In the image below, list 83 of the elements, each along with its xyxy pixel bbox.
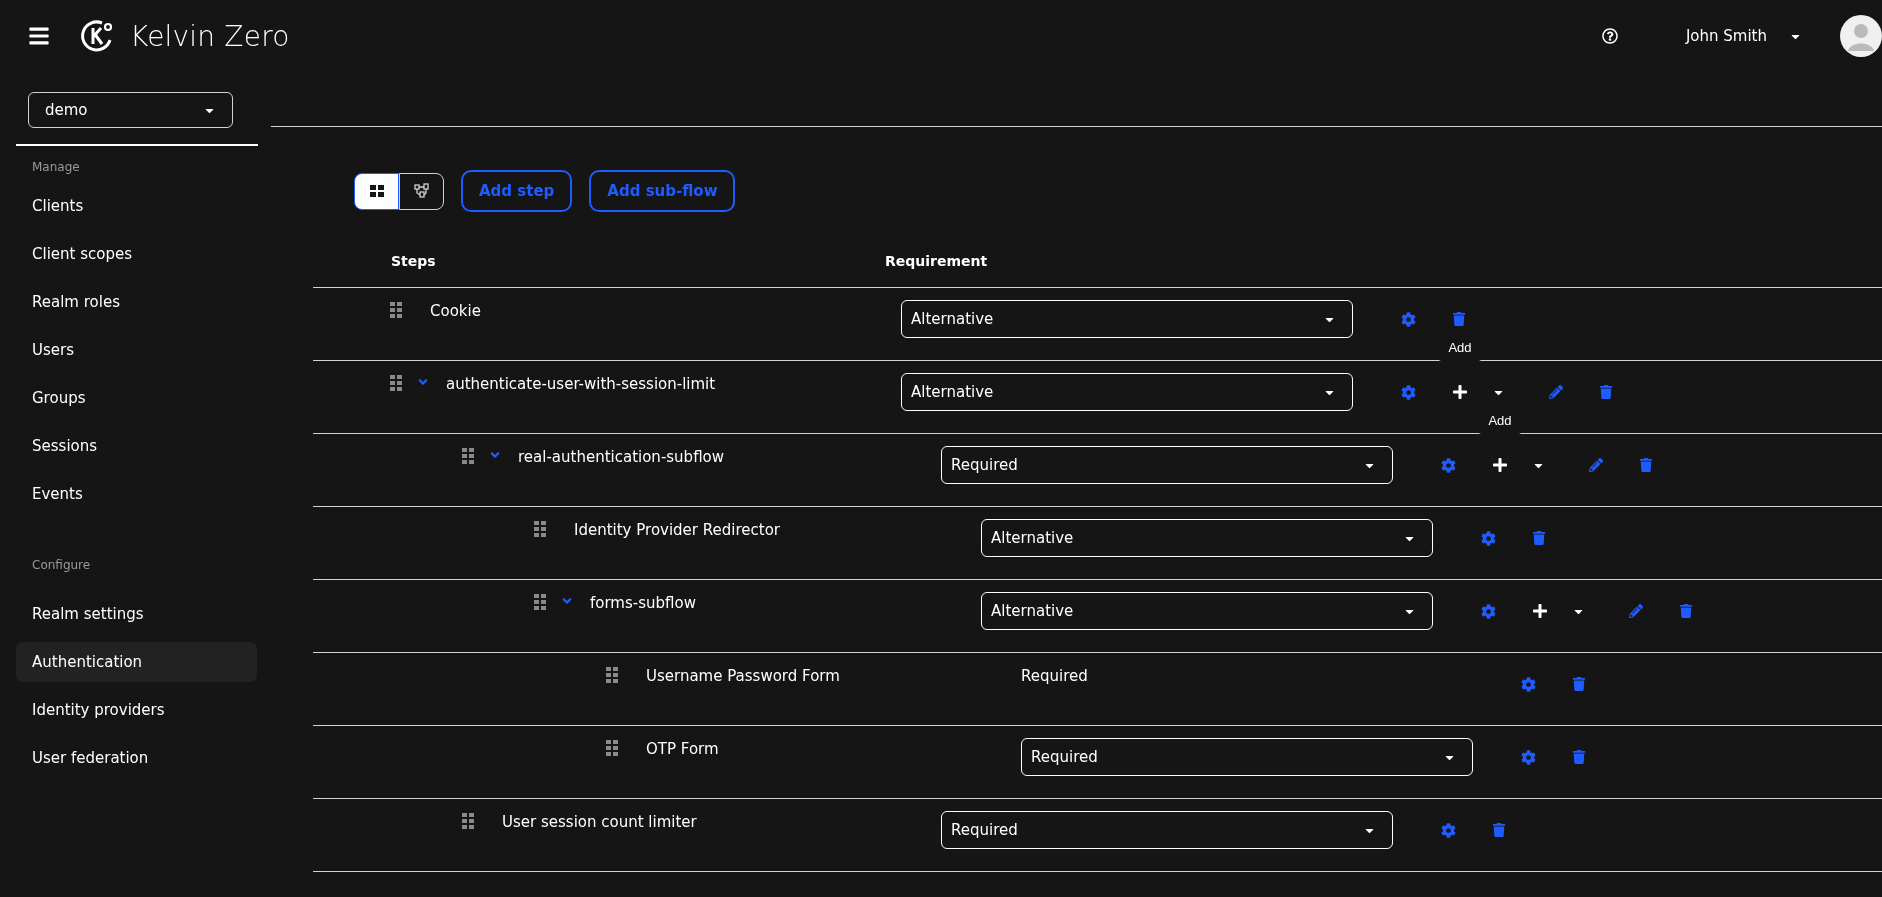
diagram-view-toggle[interactable] <box>399 172 444 210</box>
trash-icon <box>1599 385 1613 399</box>
trash-icon <box>1679 604 1693 618</box>
drag-handle-icon[interactable] <box>390 302 402 318</box>
pencil-icon <box>1549 385 1563 399</box>
settings-icon <box>1481 530 1496 546</box>
diagram-icon <box>413 183 430 199</box>
realm-select[interactable]: demo <box>28 92 233 128</box>
nav-item[interactable]: Realm settings <box>16 594 257 634</box>
drag-handle-icon[interactable] <box>606 740 618 756</box>
add-step-button[interactable]: Add step <box>461 170 573 212</box>
select-value: Alternative <box>911 383 994 401</box>
pencil-icon <box>1589 458 1603 472</box>
nav-item[interactable]: Sessions <box>16 426 257 466</box>
select-value: Required <box>1031 748 1098 766</box>
nav-section-title: Manage <box>31 159 81 176</box>
requirement-select[interactable]: Required <box>941 446 1393 484</box>
step-name: real-authentication-subflow <box>518 448 725 466</box>
help-icon[interactable] <box>1601 28 1618 44</box>
requirement-select[interactable]: Alternative <box>981 519 1433 557</box>
settings-icon <box>1441 822 1456 838</box>
select-value: Alternative <box>991 529 1074 547</box>
nav-item[interactable]: Events <box>16 474 257 514</box>
select-value: Required <box>951 821 1018 839</box>
step-name: User session count limiter <box>502 813 697 831</box>
settings-icon <box>1401 384 1416 400</box>
menu-button[interactable] <box>28 25 50 47</box>
nav-item[interactable]: Users <box>16 330 257 370</box>
trash-icon <box>1639 458 1653 472</box>
user-menu[interactable]: John Smith <box>1685 27 1802 45</box>
settings-icon <box>1441 457 1456 473</box>
step-name: forms-subflow <box>590 594 696 612</box>
drag-handle-icon[interactable] <box>390 375 402 391</box>
step-name: authenticate-user-with-session-limit <box>446 375 716 393</box>
requirement-select[interactable]: Required <box>1021 738 1473 776</box>
requirement-select[interactable]: Alternative <box>981 592 1433 630</box>
trash-icon <box>1532 531 1546 545</box>
drag-handle-icon[interactable] <box>606 667 618 683</box>
step-name: Identity Provider Redirector <box>574 521 780 539</box>
settings-icon <box>1521 676 1536 692</box>
drag-handle-icon[interactable] <box>462 448 474 464</box>
select-value: Required <box>951 456 1018 474</box>
step-name: Username Password Form <box>646 667 840 685</box>
settings-icon <box>1401 311 1416 327</box>
step-name: Cookie <box>430 302 481 320</box>
step-name: OTP Form <box>646 740 719 758</box>
table-icon <box>369 185 384 197</box>
requirement-select[interactable]: Required <box>941 811 1393 849</box>
settings-icon <box>1481 603 1496 619</box>
avatar-icon[interactable] <box>1840 15 1882 57</box>
nav-section-title: Configure <box>31 557 92 574</box>
select-value: Alternative <box>991 602 1074 620</box>
requirement-select[interactable]: Alternative <box>901 300 1353 338</box>
nav-item[interactable]: Clients <box>16 186 257 226</box>
nav-item[interactable]: Groups <box>16 378 257 418</box>
brand-name: Kelvin Zero <box>130 19 290 53</box>
column-header: Requirement <box>885 252 988 269</box>
requirement-select[interactable]: Alternative <box>901 373 1353 411</box>
select-value: demo <box>45 101 88 119</box>
plus-icon <box>1532 603 1548 619</box>
plus-icon <box>1492 457 1508 473</box>
user-name: John Smith <box>1685 27 1767 45</box>
requirement-text: Required <box>1021 666 1089 687</box>
nav-item[interactable]: Realm roles <box>16 282 257 322</box>
column-header: Steps <box>390 252 437 269</box>
trash-icon <box>1492 823 1506 837</box>
plus-icon <box>1452 384 1468 400</box>
nav-item[interactable]: User federation <box>16 738 257 778</box>
table-view-toggle[interactable] <box>354 172 399 210</box>
trash-icon <box>1572 750 1586 764</box>
nav-item[interactable]: Identity providers <box>16 690 257 730</box>
add-sub-flow-button[interactable]: Add sub-flow <box>589 170 736 212</box>
nav-item[interactable]: Client scopes <box>16 234 257 274</box>
select-value: Alternative <box>911 310 994 328</box>
trash-icon <box>1452 312 1466 326</box>
pencil-icon <box>1629 604 1643 618</box>
settings-icon <box>1521 749 1536 765</box>
menu-icon <box>28 25 50 47</box>
trash-icon <box>1572 677 1586 691</box>
nav-item[interactable]: Authentication <box>16 642 257 682</box>
drag-handle-icon[interactable] <box>462 813 474 829</box>
drag-handle-icon[interactable] <box>534 521 546 537</box>
drag-handle-icon[interactable] <box>534 594 546 610</box>
